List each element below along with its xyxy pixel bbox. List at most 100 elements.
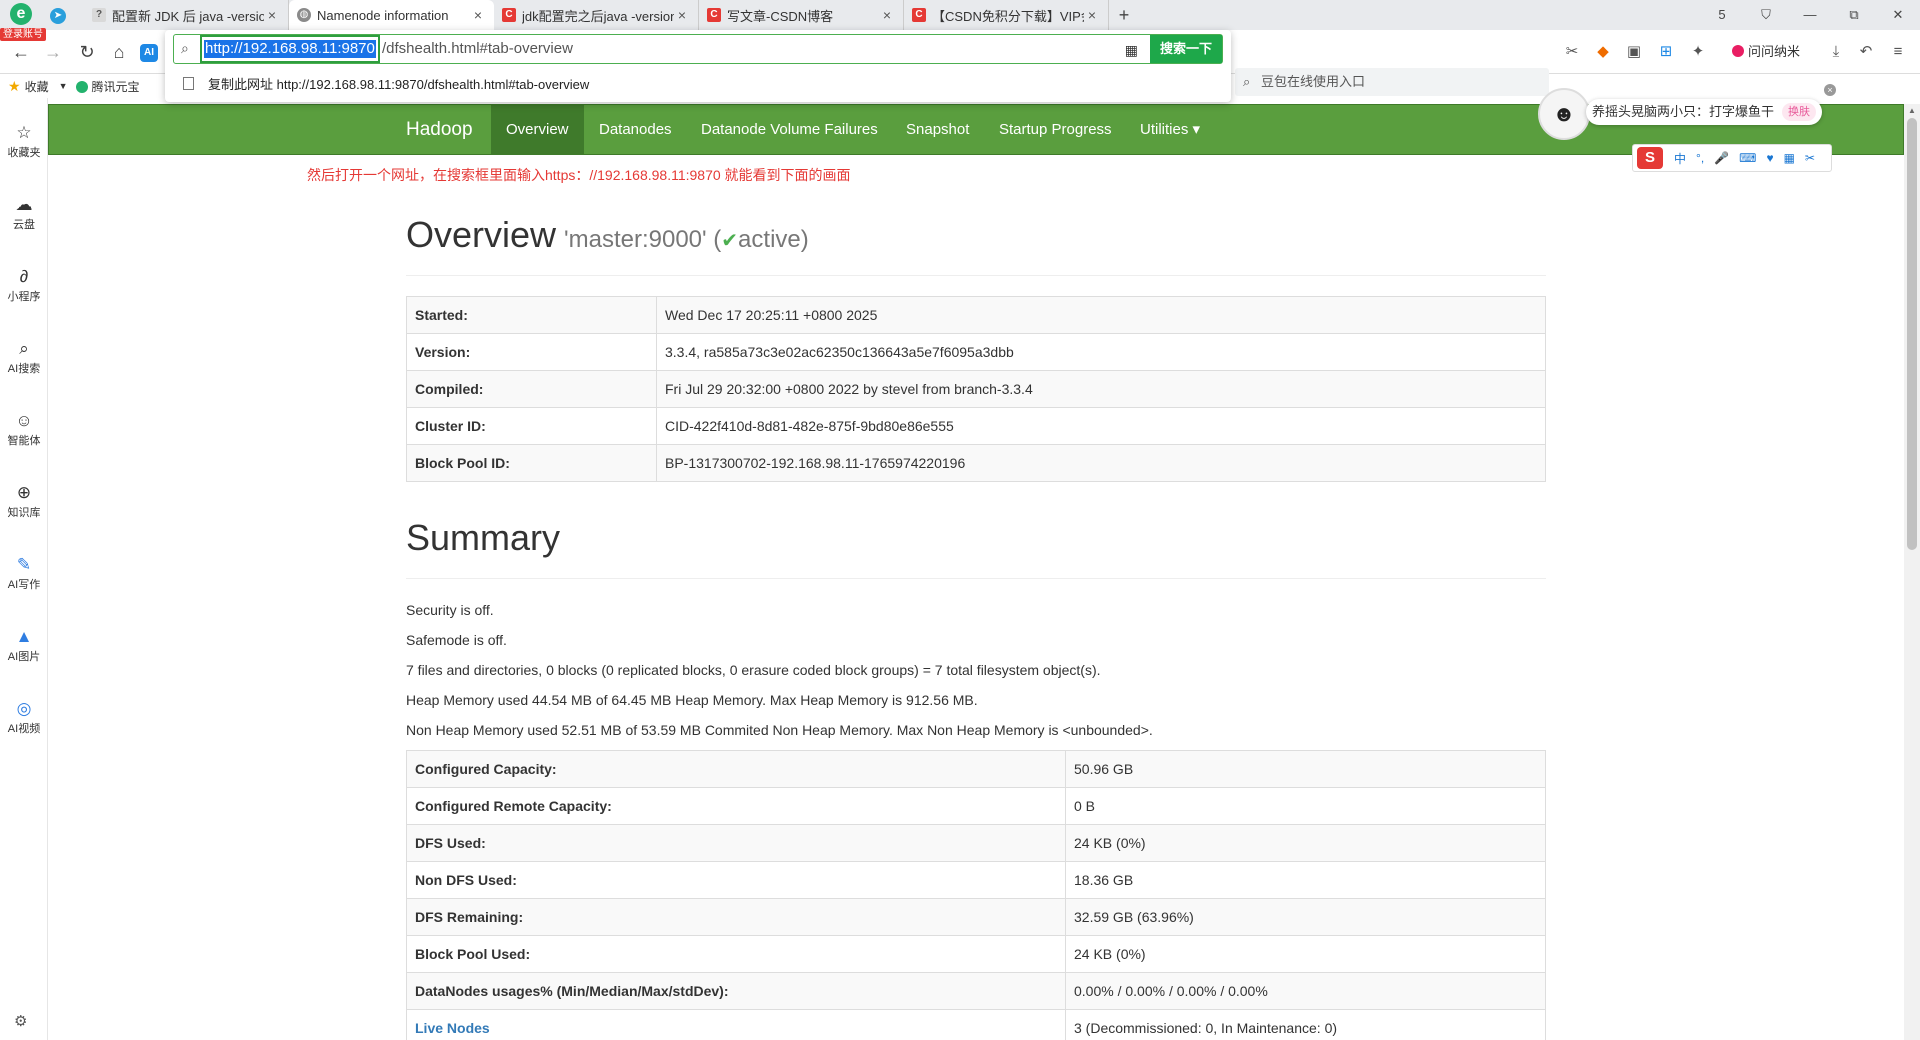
close-icon[interactable]: × <box>1824 84 1836 96</box>
address-dropdown: ⌕ http://192.168.98.11:9870 /dfshealth.h… <box>165 30 1231 102</box>
browser-logo-icon[interactable]: e <box>10 3 32 25</box>
tab-favicon: ? <box>92 8 106 22</box>
url-rest-text[interactable]: /dfshealth.html#tab-overview <box>382 40 573 58</box>
nav-datanodes[interactable]: Datanodes <box>584 105 687 155</box>
summary-line: Non Heap Memory used 52.51 MB of 53.59 M… <box>406 722 1153 738</box>
bookmark-favorites[interactable]: 收藏 <box>25 78 49 95</box>
nav-overview[interactable]: Overview <box>491 105 584 155</box>
tab-close-icon[interactable]: × <box>674 7 690 23</box>
summary-line: 7 files and directories, 0 blocks (0 rep… <box>406 662 1101 678</box>
nav-volume-failures[interactable]: Datanode Volume Failures <box>686 105 893 155</box>
url-selected-text[interactable]: http://192.168.98.11:9870 <box>204 40 376 58</box>
sidebar-item-knowledge[interactable]: ⊕ 知识库 <box>0 482 48 520</box>
tab-close-icon[interactable]: × <box>264 7 280 23</box>
sidebar-item-favorites[interactable]: ☆ 收藏夹 <box>0 122 48 160</box>
sidebar-item-label: AI写作 <box>7 579 41 591</box>
reload-icon[interactable]: ↻ <box>76 42 98 62</box>
nav-snapshot[interactable]: Snapshot <box>891 105 984 155</box>
row-key: Cluster ID: <box>406 407 657 445</box>
tab-3[interactable]: C jdk配置完之后java -version × <box>494 0 699 30</box>
chevron-down-icon[interactable]: ▼ <box>59 81 68 91</box>
microphone-icon[interactable]: 🎤 <box>1714 151 1729 165</box>
login-badge[interactable]: 登录账号 <box>0 28 46 41</box>
tab-2[interactable]: ◍ Namenode information × <box>289 0 494 30</box>
overview-heading: Overview 'master:9000' (✔active) <box>406 214 809 256</box>
sidebar-toggle-icon[interactable]: 5 <box>1700 0 1744 30</box>
toolbox-icon[interactable]: ▦ <box>1784 151 1795 165</box>
sidebar-item-ai-video[interactable]: ◎ AI视频 <box>0 698 48 736</box>
url-suggestion-text: 复制此网址 http://192.168.98.11:9870/dfshealt… <box>208 77 590 92</box>
row-value: 0.00% / 0.00% / 0.00% / 0.00% <box>1065 972 1546 1010</box>
hadoop-brand[interactable]: Hadoop <box>406 105 473 155</box>
keyboard-icon[interactable]: ⌨ <box>1739 151 1756 165</box>
skin-icon[interactable]: ♥ <box>1766 151 1773 165</box>
page-scrollbar[interactable]: ▲ <box>1904 104 1920 1040</box>
tab-close-icon[interactable]: × <box>470 7 486 23</box>
row-key: Started: <box>406 296 657 334</box>
sidebar-item-cloud[interactable]: ☁ 云盘 <box>0 194 48 232</box>
bookmark-tencent[interactable]: 腾讯元宝 <box>75 78 140 95</box>
tab-4[interactable]: C 写文章-CSDN博客 × <box>699 0 904 30</box>
forward-icon[interactable]: → <box>42 42 64 62</box>
sidebar-item-miniprogram[interactable]: ∂ 小程序 <box>0 266 48 304</box>
sidebar-item-ai-image[interactable]: ▲ AI图片 <box>0 626 48 664</box>
row-value: CID-422f410d-8d81-482e-875f-9bd80e86e555 <box>656 407 1546 445</box>
restore-button[interactable]: ⧉ <box>1832 0 1876 30</box>
home-icon[interactable]: ⌂ <box>108 42 130 62</box>
search-icon: ⌕ <box>19 339 29 358</box>
sidebar-item-ai-writing[interactable]: ✎ AI写作 <box>0 554 48 592</box>
download-icon[interactable]: ⤓ <box>1826 43 1846 61</box>
sogou-logo-icon[interactable]: S <box>1637 147 1663 169</box>
tab-1[interactable]: ? 配置新 JDK 后 java -version × <box>84 0 289 30</box>
row-key: DFS Used: <box>406 824 1066 862</box>
sidebar-item-ai-search[interactable]: ⌕ AI搜索 <box>0 338 48 376</box>
row-key: DataNodes usages% (Min/Median/Max/stdDev… <box>406 972 1066 1010</box>
back-icon[interactable]: ← <box>10 42 32 62</box>
skin-button[interactable]: 换肤 <box>1782 103 1816 121</box>
ask-nano-button[interactable]: 问问纳米 <box>1732 40 1800 64</box>
divider <box>406 578 1546 579</box>
row-key: Configured Capacity: <box>406 750 1066 788</box>
shield-icon[interactable]: ⛉ <box>1744 0 1788 30</box>
table-row: Configured Remote Capacity: 0 B <box>406 787 1546 825</box>
ime-punctuation-icon[interactable]: °, <box>1696 151 1704 165</box>
scroll-up-icon[interactable]: ▲ <box>1908 106 1916 115</box>
nav-utilities[interactable]: Utilities ▾ <box>1125 105 1215 155</box>
tab-close-icon[interactable]: × <box>879 7 895 23</box>
sidebar-item-label: 收藏夹 <box>7 147 41 159</box>
url-suggestion[interactable]: 复制此网址 http://192.168.98.11:9870/dfshealt… <box>183 74 589 93</box>
tab-favicon: C <box>912 8 926 22</box>
extensions-icon[interactable]: ✦ <box>1688 43 1708 61</box>
menu-icon[interactable]: ≡ <box>1888 43 1908 61</box>
new-tab-button[interactable]: + <box>1109 0 1139 30</box>
qr-code-icon[interactable]: ▦ <box>1125 42 1138 59</box>
bookmarks-bar: ★ 收藏 ▼ 腾讯元宝 <box>0 74 140 98</box>
gear-icon[interactable]: ⚙ <box>14 1012 27 1030</box>
table-row: DFS Used: 24 KB (0%) <box>406 824 1546 862</box>
game-icon[interactable]: ◆ <box>1593 43 1613 61</box>
telegram-icon[interactable]: ➤ <box>50 8 66 24</box>
ai-assistant-icon[interactable]: AI <box>140 44 158 62</box>
scrollbar-thumb[interactable] <box>1907 118 1917 550</box>
reader-icon[interactable]: ▣ <box>1624 43 1644 61</box>
live-nodes-link[interactable]: Live Nodes <box>415 1020 490 1036</box>
translate-icon[interactable]: ⊞ <box>1656 43 1676 61</box>
star-icon: ☆ <box>16 123 32 142</box>
tools-icon[interactable]: ✂ <box>1805 151 1815 165</box>
search-button[interactable]: 搜索一下 <box>1150 35 1222 63</box>
undo-icon[interactable]: ↶ <box>1856 43 1876 61</box>
mascot-bubble[interactable]: 养摇头晃脑两小只：打字爆鱼干 换肤 <box>1586 99 1822 125</box>
tab-close-icon[interactable]: × <box>1084 7 1100 23</box>
ime-chinese-toggle[interactable]: 中 <box>1674 150 1686 167</box>
mascot-avatar[interactable]: ☻ <box>1538 88 1590 140</box>
scissors-icon[interactable]: ✂ <box>1562 43 1582 61</box>
right-search-box[interactable]: ⌕ 豆包在线使用入口 <box>1235 68 1549 96</box>
overview-table: Started: Wed Dec 17 20:25:11 +0800 2025 V… <box>406 296 1546 482</box>
address-bar[interactable]: ⌕ http://192.168.98.11:9870 /dfshealth.h… <box>173 34 1223 64</box>
nav-startup-progress[interactable]: Startup Progress <box>984 105 1127 155</box>
close-window-button[interactable]: ✕ <box>1876 0 1920 30</box>
tab-title: 【CSDN免积分下载】VIP会 <box>932 8 1084 24</box>
sidebar-item-agent[interactable]: ☺ 智能体 <box>0 410 48 448</box>
minimize-button[interactable]: — <box>1788 0 1832 30</box>
tab-5[interactable]: C 【CSDN免积分下载】VIP会 × <box>904 0 1109 30</box>
